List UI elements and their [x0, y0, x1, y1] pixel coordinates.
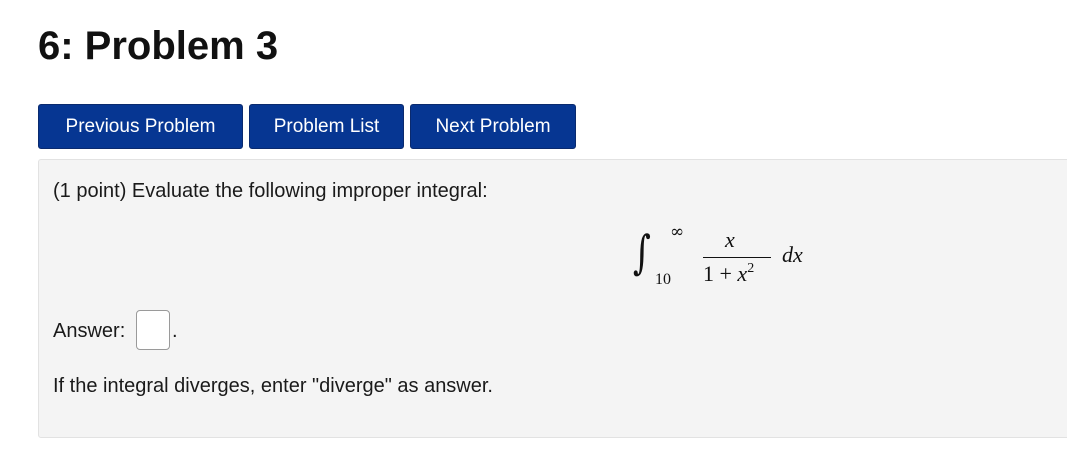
integral-expression: ∫ ∞ 10 x 1 + x2 dx [633, 220, 833, 300]
fraction-bar [703, 257, 771, 258]
problem-list-button[interactable]: Problem List [249, 104, 404, 149]
problem-statement: (1 point) Evaluate the following imprope… [53, 180, 488, 202]
next-problem-button[interactable]: Next Problem [410, 104, 576, 149]
integral-sign: ∫ [633, 225, 651, 279]
problem-panel: (1 point) Evaluate the following imprope… [38, 159, 1067, 438]
previous-problem-button[interactable]: Previous Problem [38, 104, 243, 149]
divergence-hint: If the integral diverges, enter "diverge… [53, 375, 493, 397]
denominator-exponent: 2 [747, 261, 755, 276]
denominator-variable: x [737, 261, 748, 286]
fraction-numerator: x [725, 227, 735, 252]
lower-limit: 10 [655, 271, 671, 288]
differential: dx [782, 242, 803, 267]
fraction-denominator: 1 + x2 [703, 260, 775, 288]
answer-period: . [172, 320, 178, 342]
upper-limit: ∞ [670, 222, 685, 242]
problem-page: 6: Problem 3 Previous Problem Problem Li… [0, 0, 1067, 456]
answer-label: Answer: [53, 320, 126, 342]
denominator-constant: 1 + [703, 261, 738, 286]
answer-input[interactable] [136, 310, 170, 350]
page-title: 6: Problem 3 [38, 24, 279, 68]
